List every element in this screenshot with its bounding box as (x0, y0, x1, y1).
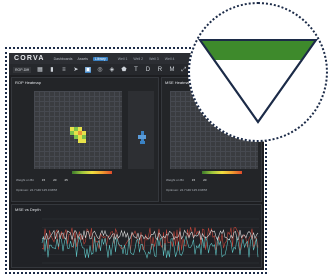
stats-row: Weight on Bit 15 20 (166, 178, 206, 182)
nav-item-library[interactable]: Library (93, 56, 108, 61)
circle-icon[interactable]: ◎ (97, 67, 103, 73)
well-tabs: Well 1 Well 2 Well 3 Well 4 (118, 57, 175, 61)
palette-icon[interactable]: ◈ (109, 67, 115, 73)
side-histogram (128, 91, 154, 169)
triangle-fill-band (200, 40, 316, 60)
tab-well-3[interactable]: Well 3 (149, 57, 159, 61)
optimum-label: Optimum: 24.7 klbf 125.0 RPM (166, 188, 208, 192)
grid-icon[interactable]: ▦ (37, 67, 43, 73)
nav-item-dashboards[interactable]: Dashboards (54, 57, 73, 61)
histo-bar (138, 135, 146, 139)
zoom-callout (188, 2, 328, 142)
mse-depth-chart-panel: MSE vs Depth (11, 204, 262, 268)
stats-value: 15 (191, 178, 196, 182)
histogram-svg (138, 131, 146, 144)
color-legend (72, 171, 112, 174)
stats-value: 20 (53, 178, 57, 182)
list-icon[interactable]: ≡ (61, 67, 67, 73)
optimum-row: Optimum: 24.7 klbf 125.0 RPM (166, 188, 207, 192)
color-legend (202, 171, 242, 174)
ruler-icon[interactable]: R (157, 67, 163, 73)
triangle-icon (198, 39, 318, 124)
metric-selector[interactable]: ROP-Diff (13, 66, 31, 73)
stats-value: 20 (203, 178, 207, 182)
series-line (41, 226, 259, 251)
histo-bar (140, 141, 145, 144)
data-icon[interactable]: D (145, 67, 151, 73)
heat-cell (82, 139, 86, 143)
app-logo: CORVA (14, 55, 45, 62)
stats-label: Weight on Bit (166, 178, 184, 182)
chart-canvas[interactable] (12, 205, 261, 267)
expand-icon[interactable]: ⤢ (181, 67, 187, 73)
move-icon[interactable]: M (169, 67, 175, 73)
pointer-icon[interactable]: ➤ (73, 67, 79, 73)
text-icon[interactable]: T (133, 67, 139, 73)
optimum-row: Optimum: 24.7 klbf 125.0 RPM (16, 188, 57, 192)
nav-item-assets[interactable]: Assets (78, 57, 89, 61)
tab-well-4[interactable]: Well 4 (165, 57, 175, 61)
rop-heatmap-panel: ROP Heatmap Weight on Bit 15 20 25 Optim… (11, 77, 159, 202)
stats-value: 15 (41, 178, 46, 182)
shape-icon[interactable]: ⬟ (121, 67, 127, 73)
stats-value: 25 (64, 178, 68, 182)
main-nav: Dashboards Assets Library (54, 56, 108, 61)
stats-label: Weight on Bit (16, 178, 34, 182)
panel-title: ROP Heatmap (15, 80, 41, 85)
bar-chart-icon[interactable]: ▮ (49, 67, 55, 73)
table-icon[interactable]: ▣ (84, 66, 91, 73)
tab-well-1[interactable]: Well 1 (118, 57, 128, 61)
tab-well-2[interactable]: Well 2 (133, 57, 143, 61)
stats-row: Weight on Bit 15 20 25 (16, 178, 68, 182)
optimum-label: Optimum: 24.7 klbf 125.0 RPM (16, 188, 58, 192)
heatmap-grid[interactable] (34, 91, 122, 169)
panel-title: MSE Heatmap (165, 80, 192, 85)
